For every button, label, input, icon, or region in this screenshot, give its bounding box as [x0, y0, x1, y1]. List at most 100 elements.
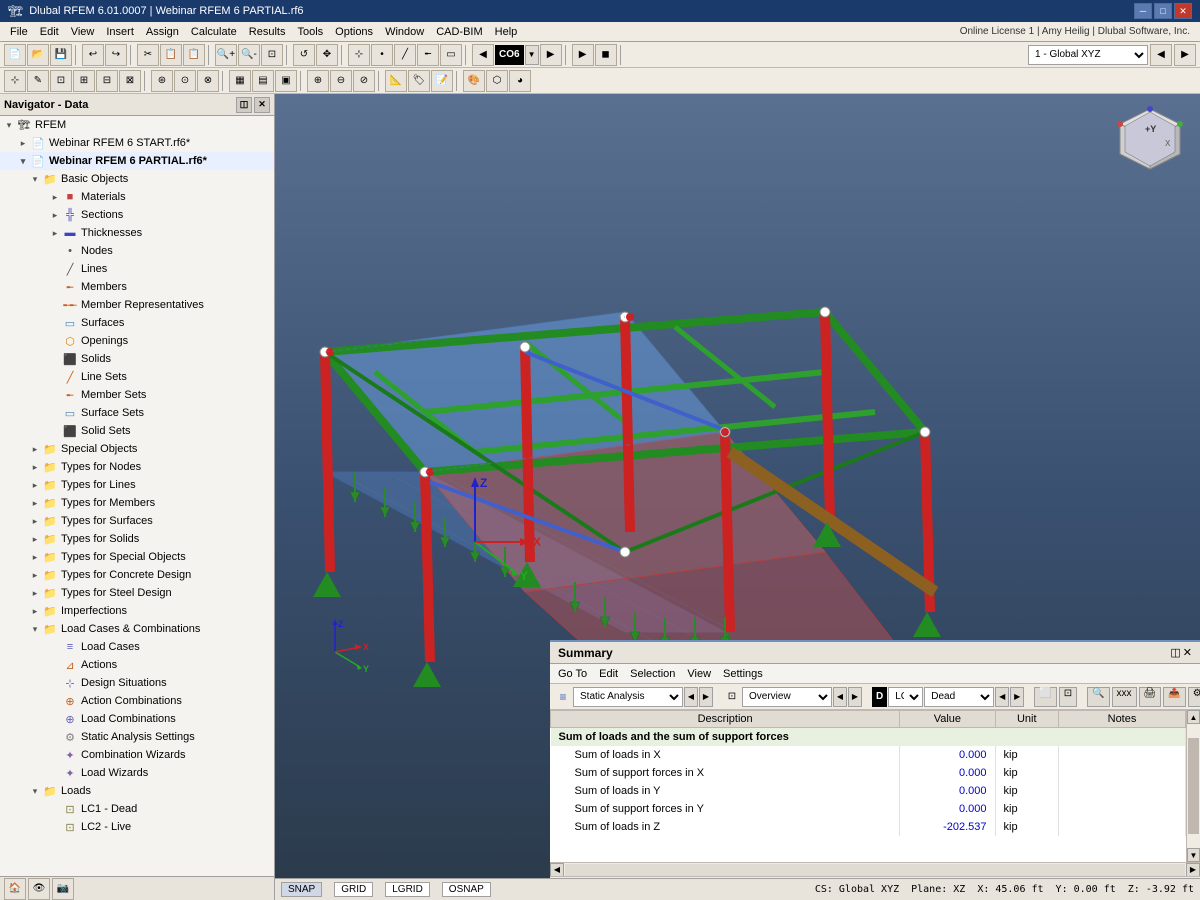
tree-special-objects[interactable]: ▸ 📁 Special Objects — [0, 440, 274, 458]
menu-insert[interactable]: Insert — [100, 24, 140, 40]
tree-solids[interactable]: ⬛ Solids — [0, 350, 274, 368]
tree-load-cases-combinations[interactable]: ▾ 📁 Load Cases & Combinations — [0, 620, 274, 638]
tb2-b1[interactable]: ⊹ — [4, 70, 26, 92]
node-button[interactable]: • — [371, 44, 393, 66]
tree-types-lines[interactable]: ▸ 📁 Types for Lines — [0, 476, 274, 494]
viewport-3d[interactable]: Z Y X Z Y X — [275, 94, 1200, 900]
cut-button[interactable]: ✂ — [137, 44, 159, 66]
tb2-label[interactable]: 🏷 — [408, 70, 430, 92]
hscroll-track[interactable] — [565, 864, 1185, 876]
summary-scrollbar[interactable]: ▲ ▼ — [1186, 710, 1200, 862]
menu-view[interactable]: View — [65, 24, 101, 40]
nodes-toggle[interactable] — [48, 244, 62, 258]
menu-options[interactable]: Options — [329, 24, 379, 40]
menu-cad-bim[interactable]: CAD-BIM — [430, 24, 488, 40]
tree-rfem-root[interactable]: ▾ 🏗 RFEM — [0, 116, 274, 134]
menu-assign[interactable]: Assign — [140, 24, 185, 40]
calculate-button[interactable]: ▶ — [572, 44, 594, 66]
osnap-button[interactable]: OSNAP — [442, 882, 491, 897]
tree-load-cases[interactable]: ≡ Load Cases — [0, 638, 274, 656]
summary-scroll-up[interactable]: ▲ — [1187, 710, 1200, 724]
tb2-b9[interactable]: ⊗ — [197, 70, 219, 92]
lc-comb-toggle[interactable] — [48, 712, 62, 726]
hscroll-left[interactable]: ◀ — [550, 863, 564, 877]
load-case-next[interactable]: ▶ — [540, 44, 562, 66]
tree-types-members[interactable]: ▸ 📁 Types for Members — [0, 494, 274, 512]
summary-scroll-down[interactable]: ▼ — [1187, 848, 1200, 862]
member-sets-toggle[interactable] — [48, 388, 62, 402]
tree-action-combinations[interactable]: ⊕ Action Combinations — [0, 692, 274, 710]
solid-sets-toggle[interactable] — [48, 424, 62, 438]
ac-toggle[interactable] — [48, 694, 62, 708]
lc1-toggle[interactable] — [48, 802, 62, 816]
tree-surface-sets[interactable]: ▭ Surface Sets — [0, 404, 274, 422]
lgrid-button[interactable]: LGRID — [385, 882, 430, 897]
summary-lc-prev[interactable]: ◀ — [995, 687, 1009, 707]
tb2-measure[interactable]: 📐 — [385, 70, 407, 92]
load-cases-comb-toggle[interactable]: ▾ — [28, 622, 42, 636]
summary-lc-next[interactable]: ▶ — [1010, 687, 1024, 707]
load-case-prev[interactable]: ◀ — [472, 44, 494, 66]
tree-types-special[interactable]: ▸ 📁 Types for Special Objects — [0, 548, 274, 566]
openings-toggle[interactable] — [48, 334, 62, 348]
summary-export-button[interactable]: 📤 — [1163, 687, 1185, 707]
types-nodes-toggle[interactable]: ▸ — [28, 460, 42, 474]
summary-view-select[interactable]: Overview — [742, 687, 832, 707]
tree-member-reps[interactable]: ╾╾ Member Representatives — [0, 296, 274, 314]
paste-button[interactable]: 📋 — [183, 44, 205, 66]
view-prev[interactable]: ◀ — [1150, 44, 1172, 66]
loads-toggle[interactable]: ▾ — [28, 784, 42, 798]
line-button[interactable]: ╱ — [394, 44, 416, 66]
tb2-shade[interactable]: ◕ — [509, 70, 531, 92]
tree-file2[interactable]: ▾ 📄 Webinar RFEM 6 PARTIAL.rf6* — [0, 152, 274, 170]
view-select[interactable]: 1 - Global XYZ — [1028, 45, 1148, 65]
tree-lines[interactable]: ╱ Lines — [0, 260, 274, 278]
types-solids-toggle[interactable]: ▸ — [28, 532, 42, 546]
tb2-b3[interactable]: ⊡ — [50, 70, 72, 92]
tree-basic-objects[interactable]: ▾ 📁 Basic Objects — [0, 170, 274, 188]
save-button[interactable]: 💾 — [50, 44, 72, 66]
tree-types-concrete[interactable]: ▸ 📁 Types for Concrete Design — [0, 566, 274, 584]
snap-button[interactable]: SNAP — [281, 882, 322, 897]
sections-toggle[interactable]: ▸ — [48, 208, 62, 222]
zoom-out-button[interactable]: 🔍- — [238, 44, 260, 66]
tb2-wireframe[interactable]: ⬡ — [486, 70, 508, 92]
tree-lc1-dead[interactable]: ⊡ LC1 - Dead — [0, 800, 274, 818]
summary-scroll-thumb[interactable] — [1188, 738, 1199, 834]
tb2-b15[interactable]: ⊘ — [353, 70, 375, 92]
summary-menu-edit[interactable]: Edit — [599, 668, 618, 680]
menu-calculate[interactable]: Calculate — [185, 24, 243, 40]
tb2-b4[interactable]: ⊞ — [73, 70, 95, 92]
close-button[interactable]: ✕ — [1174, 3, 1192, 19]
rotate-button[interactable]: ↺ — [293, 44, 315, 66]
tree-members[interactable]: ╾ Members — [0, 278, 274, 296]
summary-copy-button[interactable]: ⬜ — [1034, 687, 1056, 707]
summary-close-button[interactable]: ✕ — [1183, 646, 1192, 659]
tree-sections[interactable]: ▸ ╬ Sections — [0, 206, 274, 224]
cw-toggle[interactable] — [48, 748, 62, 762]
actions-toggle[interactable] — [48, 658, 62, 672]
summary-print-button[interactable]: 🖨 — [1139, 687, 1162, 707]
zoom-in-button[interactable]: 🔍+ — [215, 44, 237, 66]
summary-settings-button[interactable]: ⚙ — [1188, 687, 1200, 707]
nav-close-button[interactable]: ✕ — [254, 97, 270, 113]
members-toggle[interactable] — [48, 280, 62, 294]
lw-toggle[interactable] — [48, 766, 62, 780]
surfaces-toggle[interactable] — [48, 316, 62, 330]
menu-file[interactable]: File — [4, 24, 34, 40]
load-case-dropdown[interactable]: ▼ — [525, 45, 539, 65]
undo-button[interactable]: ↩ — [82, 44, 104, 66]
tb2-b7[interactable]: ⊛ — [151, 70, 173, 92]
tb2-b10[interactable]: ▦ — [229, 70, 251, 92]
stop-button[interactable]: ◼ — [595, 44, 617, 66]
tree-load-combinations[interactable]: ⊕ Load Combinations — [0, 710, 274, 728]
line-sets-toggle[interactable] — [48, 370, 62, 384]
rfem-toggle[interactable]: ▾ — [2, 118, 16, 132]
member-reps-toggle[interactable] — [48, 298, 62, 312]
menu-help[interactable]: Help — [489, 24, 524, 40]
tree-member-sets[interactable]: ╾ Member Sets — [0, 386, 274, 404]
tree-nodes[interactable]: • Nodes — [0, 242, 274, 260]
tb2-b13[interactable]: ⊕ — [307, 70, 329, 92]
types-special-toggle[interactable]: ▸ — [28, 550, 42, 564]
tb2-b5[interactable]: ⊟ — [96, 70, 118, 92]
